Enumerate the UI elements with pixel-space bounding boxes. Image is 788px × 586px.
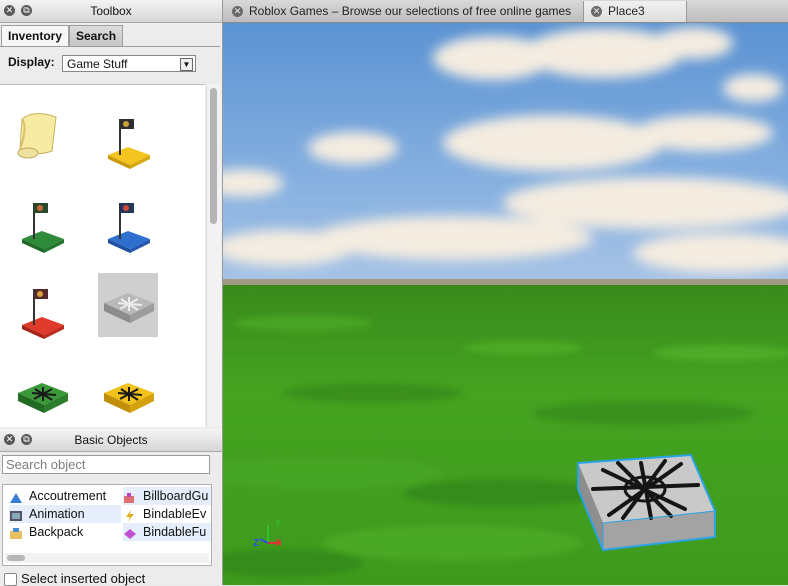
backpack-icon — [9, 527, 23, 539]
bindable-event-icon — [123, 509, 137, 522]
scroll-model[interactable] — [12, 103, 72, 167]
list-item[interactable]: BillboardGu — [123, 487, 211, 505]
display-select-value: Game Stuff — [67, 57, 128, 71]
undock-icon[interactable]: ⧉ — [21, 5, 32, 16]
inventory-grid — [0, 84, 205, 427]
grey-spawn-location[interactable] — [98, 273, 158, 337]
green-spawn-location[interactable] — [12, 363, 72, 427]
undock-icon[interactable]: ⧉ — [21, 434, 32, 445]
left-panel: ✕ ⧉ Toolbox Inventory Search Display: Ga… — [0, 0, 223, 586]
display-select[interactable]: Game Stuff ▼ — [62, 55, 196, 72]
objects-hscrollbar[interactable] — [5, 553, 209, 563]
tab-search[interactable]: Search — [69, 25, 124, 46]
objects-hscroll-thumb[interactable] — [7, 555, 25, 561]
axis-label-y: Y — [275, 518, 282, 529]
basic-objects-title: Basic Objects — [74, 433, 148, 447]
close-icon[interactable]: ✕ — [4, 434, 15, 445]
toolbox-tabs: Inventory Search — [0, 25, 220, 47]
display-label: Display: — [8, 55, 55, 69]
select-inserted-label: Select inserted object — [21, 571, 146, 586]
spawn-location-part[interactable] — [577, 453, 716, 552]
close-tab-icon[interactable]: ✕ — [591, 6, 602, 17]
select-inserted-checkbox[interactable] — [4, 573, 17, 586]
chevron-down-icon: ▼ — [180, 58, 193, 71]
select-inserted-row[interactable]: Select inserted object — [4, 571, 145, 586]
blue-flag-stand[interactable] — [98, 193, 158, 257]
toolbox-title: Toolbox — [90, 4, 132, 18]
animation-icon — [9, 509, 23, 521]
inventory-scrollbar[interactable] — [206, 84, 221, 426]
inventory-scroll-thumb[interactable] — [210, 88, 217, 224]
list-item[interactable]: BindableFu — [123, 523, 211, 541]
yellow-flag-stand[interactable] — [98, 107, 158, 171]
search-object-input[interactable]: Search object — [2, 455, 210, 474]
axis-label-x: X — [275, 538, 282, 549]
basic-objects-list: Accoutrement BillboardGu Animation Binda… — [2, 484, 212, 566]
tab-place3[interactable]: ✕ Place3 — [583, 1, 687, 22]
yellow-spawn-location[interactable] — [98, 363, 158, 427]
list-item[interactable]: Backpack — [9, 523, 83, 541]
toolbox-titlebar: ✕ ⧉ Toolbox — [0, 0, 222, 23]
3d-viewport[interactable]: Y Z X — [223, 23, 788, 585]
document-tabbar: ✕ Roblox Games – Browse our selections o… — [223, 0, 788, 23]
tab-roblox-games[interactable]: ✕ Roblox Games – Browse our selections o… — [225, 1, 581, 22]
billboard-gui-icon — [123, 491, 137, 503]
close-tab-icon[interactable]: ✕ — [232, 6, 243, 17]
axis-label-z: Z — [253, 538, 260, 549]
list-item[interactable]: Animation — [9, 505, 121, 523]
red-flag-stand[interactable] — [12, 279, 72, 343]
bindable-function-icon — [123, 527, 137, 539]
tab-inventory[interactable]: Inventory — [1, 25, 70, 46]
basic-objects-titlebar: ✕ ⧉ Basic Objects — [0, 429, 222, 452]
list-item[interactable]: Accoutrement — [9, 487, 106, 505]
list-item[interactable]: BindableEv — [123, 505, 206, 523]
close-icon[interactable]: ✕ — [4, 5, 15, 16]
accoutrement-icon — [9, 491, 23, 503]
green-flag-stand[interactable] — [12, 193, 72, 257]
